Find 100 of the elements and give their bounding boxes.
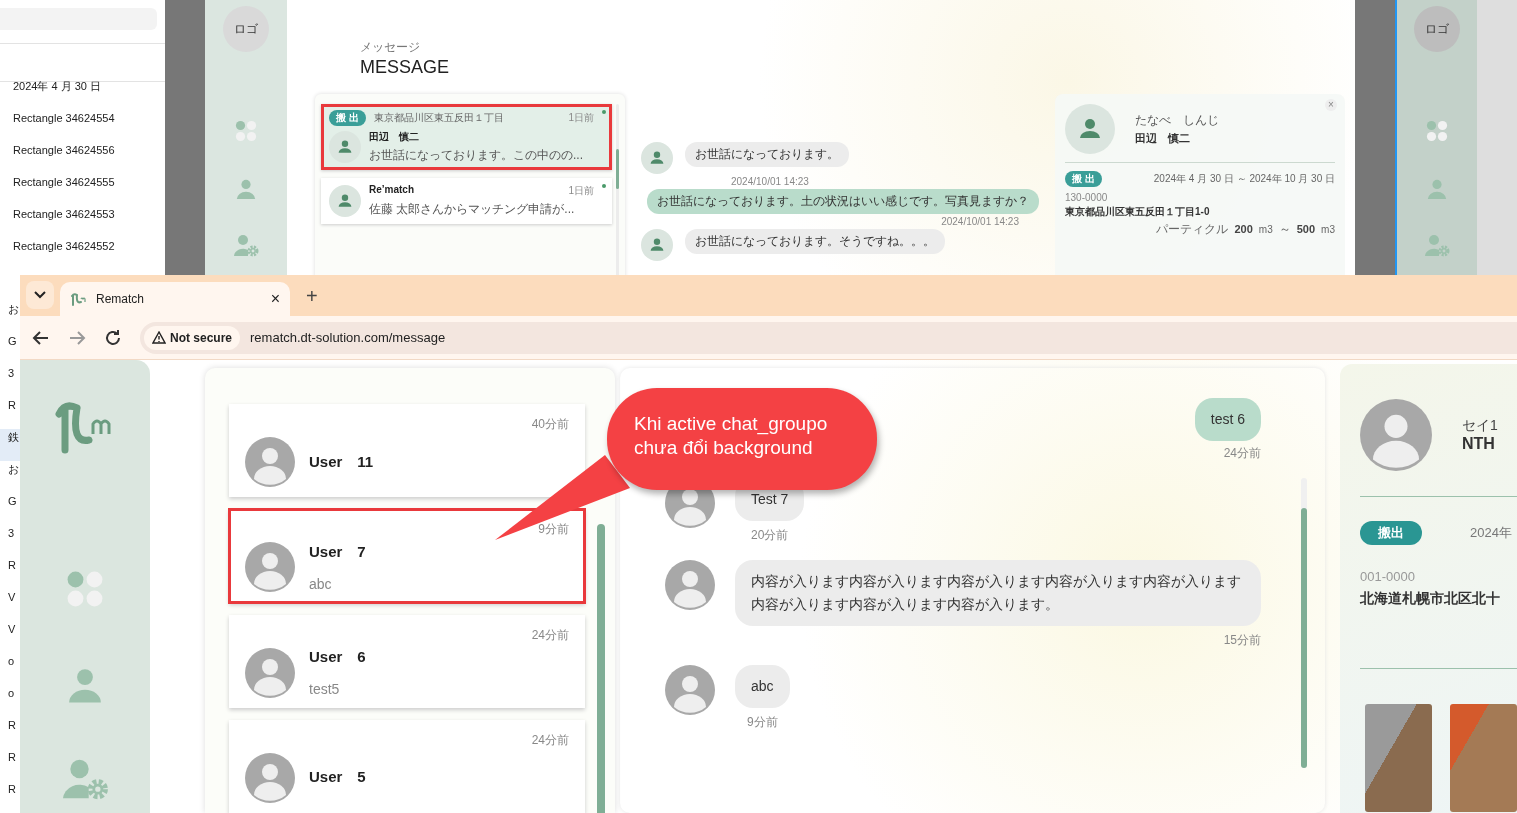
security-chip[interactable]: Not secure xyxy=(144,325,241,350)
warning-icon xyxy=(152,331,166,344)
layer-item[interactable]: G xyxy=(0,493,20,525)
layer-item[interactable]: R xyxy=(0,749,20,781)
tag-label: 搬出 xyxy=(1360,521,1422,545)
name-furigana: たなべ しんじ xyxy=(1135,112,1219,129)
volume-max: 500 xyxy=(1296,223,1316,235)
layer-item[interactable]: o xyxy=(0,653,20,685)
conversation-item[interactable]: 40分前 User 11 xyxy=(229,404,585,498)
avatar-icon xyxy=(245,542,295,593)
name-furigana: セイ1 xyxy=(1462,417,1498,435)
avatar-icon xyxy=(665,665,715,715)
browser-tab[interactable]: Rematch × xyxy=(60,282,290,316)
back-icon[interactable] xyxy=(32,328,50,347)
message-bubble: test 6 xyxy=(1194,398,1261,441)
avatar-icon xyxy=(665,560,715,610)
layer-item[interactable]: R xyxy=(0,557,20,589)
close-tab-button[interactable]: × xyxy=(270,290,280,308)
user-name: User 7 xyxy=(309,542,366,562)
layer-item[interactable]: G xyxy=(0,333,20,365)
message-preview: 佐藤 太郎さんからマッチング申請が... xyxy=(369,201,576,218)
person-icon[interactable] xyxy=(1426,178,1448,200)
layer-item[interactable]: お xyxy=(0,301,20,333)
message-time: 2024/10/01 14:23 xyxy=(731,176,809,187)
user-name: User 11 xyxy=(309,452,374,472)
tag-label: 搬 出 xyxy=(329,110,366,126)
url-text: rematch.dt-solution.com/message xyxy=(250,330,446,345)
layer-item[interactable]: R xyxy=(0,717,20,749)
date-range: 2024年 xyxy=(1470,524,1512,542)
user-name: 田辺 慎二 xyxy=(1135,131,1191,146)
person-icon[interactable] xyxy=(66,666,104,704)
layer-item[interactable]: V xyxy=(0,621,20,653)
address-bar[interactable]: Not secure rematch.dt-solution.com/message xyxy=(140,321,1517,354)
time-text: 1日前 xyxy=(568,111,594,125)
tag-label: 搬 出 xyxy=(1065,171,1102,187)
person-gear-icon[interactable] xyxy=(1424,234,1450,258)
postal-code: 130-0000 xyxy=(1065,192,1109,203)
date-range: 2024年 4 月 30 日 ～ 2024年 10 月 30 日 xyxy=(1153,172,1335,186)
address-text: 東京都品川区東五反田１丁目 xyxy=(373,111,504,125)
layer-item[interactable]: お xyxy=(0,461,20,493)
unit-text: m3 xyxy=(1258,224,1273,235)
message-preview: お世話になっております。この中のの... xyxy=(369,147,584,164)
volume-min: 200 xyxy=(1234,223,1253,235)
user-name: Re’match xyxy=(369,184,414,197)
person-gear-icon[interactable] xyxy=(61,758,109,802)
layer-item[interactable]: Rectangle 34624555 xyxy=(0,172,165,204)
scrollbar[interactable] xyxy=(597,524,605,813)
apps-icon[interactable] xyxy=(235,120,257,142)
new-tab-button[interactable]: + xyxy=(302,285,322,308)
user-name: 田辺 慎二 xyxy=(369,130,419,144)
logo-text: ロゴ xyxy=(234,20,258,38)
reload-icon[interactable] xyxy=(104,328,122,347)
layer-item[interactable]: 3 xyxy=(0,365,20,397)
conversation-item[interactable]: 搬 出 東京都品川区東五反田１丁目 1日前 田辺 慎二 お世話になっております。この中のの... xyxy=(321,104,612,170)
avatar-icon xyxy=(245,752,295,803)
annotation-callout: Khi active chat_groupo chưa đổi background xyxy=(607,388,877,490)
layer-item[interactable]: R xyxy=(0,781,20,813)
avatar-icon xyxy=(329,131,361,163)
message-bubble: お世話になっております。そうですね。。。 xyxy=(685,229,945,254)
person-icon[interactable] xyxy=(235,178,257,200)
layer-item[interactable]: Rectangle 34624552 xyxy=(0,236,165,268)
time-text: 9分前 xyxy=(538,521,569,539)
conversation-item[interactable]: 24分前 User 6 test5 xyxy=(229,614,585,708)
message-time: 24分前 xyxy=(1223,445,1261,462)
person-gear-icon[interactable] xyxy=(233,234,259,258)
address-text: 北海道札幌市北区北十 xyxy=(1360,590,1517,669)
layer-item[interactable]: 鉄 xyxy=(0,429,20,461)
chevron-down-icon xyxy=(34,291,46,299)
avatar-icon xyxy=(1065,104,1115,154)
message-time: 15分前 xyxy=(1223,632,1261,649)
conversation-item[interactable]: 24分前 User 5 xyxy=(229,719,585,813)
layer-item[interactable]: Rectangle 34624554 xyxy=(0,108,165,140)
conversation-item[interactable]: Re’match 1日前 佐藤 太郎さんからマッチング申請が... xyxy=(321,178,612,224)
conversation-item[interactable]: 9分前 User 7 abc xyxy=(229,509,585,603)
layer-item[interactable]: Rectangle 34624556 xyxy=(0,140,165,172)
avatar-icon xyxy=(641,229,673,261)
forward-icon[interactable] xyxy=(68,328,86,347)
layer-item[interactable]: o xyxy=(0,685,20,717)
apps-icon[interactable] xyxy=(66,570,104,608)
message-bubble: お世話になっております。土の状況はいい感じです。写真見ますか？ xyxy=(647,189,1039,214)
postal-code: 001-0000 xyxy=(1360,569,1416,584)
layer-item[interactable]: V xyxy=(0,589,20,621)
apps-icon[interactable] xyxy=(1426,120,1448,142)
unit-text: m3 xyxy=(1321,224,1335,235)
tab-title: Rematch xyxy=(96,292,145,306)
scrollbar[interactable] xyxy=(1301,478,1307,768)
layer-item[interactable]: R xyxy=(0,397,20,429)
message-time: 2024/10/01 14:23 xyxy=(940,216,1019,227)
layer-item[interactable]: 2024年 4 月 30 日 xyxy=(0,82,165,108)
avatar-icon xyxy=(1360,398,1432,472)
tab-list-button[interactable] xyxy=(26,281,54,309)
user-name: NTH xyxy=(1462,435,1496,453)
layer-item[interactable]: Rectangle 34624553 xyxy=(0,204,165,236)
message-time: 20分前 xyxy=(751,527,789,544)
message-bubble: お世話になっております。 xyxy=(685,142,849,167)
page-title: MESSAGE xyxy=(360,57,451,78)
layer-item[interactable]: 3 xyxy=(0,525,20,557)
avatar-icon xyxy=(245,647,295,698)
logo-icon xyxy=(70,292,88,306)
message-time: 9分前 xyxy=(746,714,778,731)
